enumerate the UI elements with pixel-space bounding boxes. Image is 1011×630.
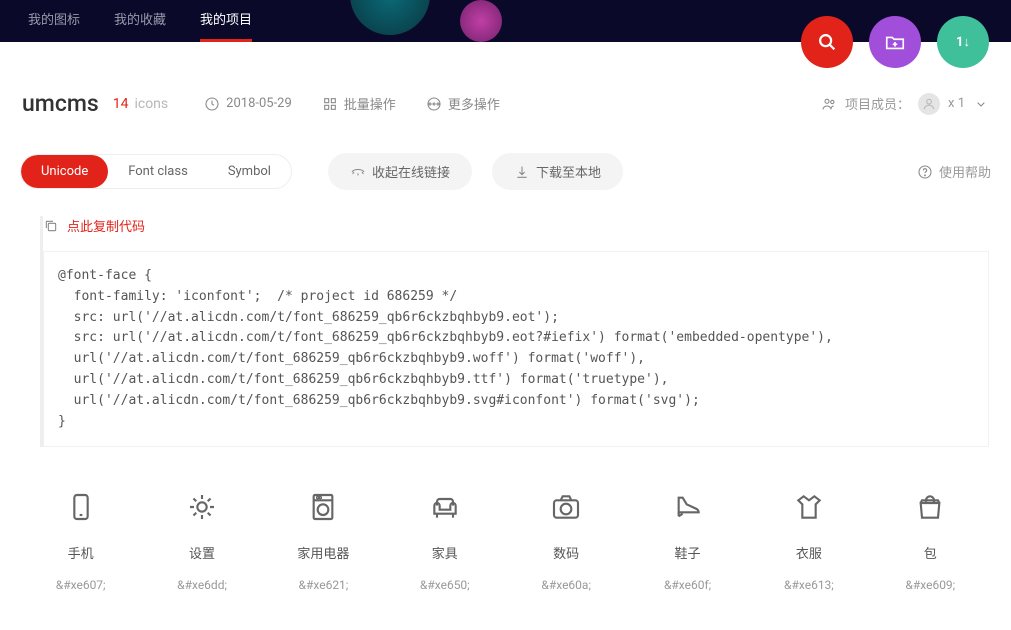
batch-action[interactable]: 批量操作	[322, 94, 396, 113]
title-actions: 2018-05-29 批量操作 更多操作	[204, 94, 500, 113]
format-tabs: UnicodeFont classSymbol	[20, 154, 292, 189]
shirt-icon	[793, 487, 825, 527]
project-title: umcms	[22, 90, 99, 117]
sort-button[interactable]: 1↓	[937, 16, 989, 68]
download-button[interactable]: 下载至本地	[492, 153, 623, 190]
title-bar: umcms 14 icons 2018-05-29 批量操作 更多操作 项目成员…	[0, 90, 1011, 117]
new-project-button[interactable]	[869, 16, 921, 68]
copy-code-link[interactable]: 点此复制代码	[43, 216, 989, 235]
grid-icon	[322, 96, 338, 112]
collapse-link-button[interactable]: 收起在线链接	[328, 153, 472, 190]
shoe-icon	[672, 487, 704, 527]
sort-icon: 1↓	[956, 34, 970, 50]
top-nav: 我的图标我的收藏我的项目 1↓	[0, 0, 1011, 42]
download-label: 下载至本地	[536, 162, 601, 181]
icon-name: 鞋子	[675, 543, 701, 562]
nav-tab-0[interactable]: 我的图标	[28, 0, 80, 42]
icon-name: 手机	[68, 543, 94, 562]
format-tab-font-class[interactable]: Font class	[108, 155, 208, 188]
copy-label: 点此复制代码	[67, 216, 145, 235]
icon-cell-bag[interactable]: 包 &#xe609;	[870, 487, 991, 592]
copy-icon	[43, 218, 59, 234]
members-count: x 1	[948, 96, 965, 111]
icon-count: 14	[113, 96, 129, 112]
icon-cell-shoe[interactable]: 鞋子 &#xe60f;	[627, 487, 748, 592]
members-icon	[821, 96, 837, 112]
washer-icon	[307, 487, 339, 527]
help-link[interactable]: 使用帮助	[917, 162, 991, 181]
collapse-link-label: 收起在线链接	[372, 162, 450, 181]
icon-cell-camera[interactable]: 数码 &#xe60a;	[506, 487, 627, 592]
more-icon	[426, 96, 442, 112]
gear-icon	[186, 487, 218, 527]
format-tab-symbol[interactable]: Symbol	[208, 155, 291, 188]
icon-code: &#xe60a;	[541, 578, 591, 592]
icon-name: 家用电器	[297, 543, 349, 562]
icon-code: &#xe60f;	[664, 578, 711, 592]
nav-tab-1[interactable]: 我的收藏	[114, 0, 166, 42]
avatar	[918, 93, 940, 115]
batch-label: 批量操作	[344, 94, 396, 113]
code-block[interactable]: @font-face { font-family: 'iconfont'; /*…	[43, 251, 989, 447]
search-button[interactable]	[801, 16, 853, 68]
icon-cell-shirt[interactable]: 衣服 &#xe613;	[748, 487, 869, 592]
icon-code: &#xe609;	[905, 578, 955, 592]
icon-code: &#xe621;	[299, 578, 349, 592]
clock-icon	[204, 96, 220, 112]
icon-name: 家具	[432, 543, 458, 562]
decor-circle-teal	[350, 0, 430, 35]
help-icon	[917, 164, 933, 180]
controls-row: UnicodeFont classSymbol 收起在线链接 下载至本地 使用帮…	[0, 153, 1011, 190]
eye-closed-icon	[350, 164, 366, 180]
icon-cell-washer[interactable]: 家用电器 &#xe621;	[263, 487, 384, 592]
avatar-icon	[922, 97, 936, 111]
nav-tab-2[interactable]: 我的项目	[200, 0, 252, 42]
icon-cell-sofa[interactable]: 家具 &#xe650;	[384, 487, 505, 592]
round-actions: 1↓	[801, 16, 989, 68]
icon-code: &#xe650;	[420, 578, 470, 592]
icon-name: 包	[924, 543, 937, 562]
icon-code: &#xe6dd;	[177, 578, 227, 592]
icon-name: 数码	[553, 543, 579, 562]
icon-name: 衣服	[796, 543, 822, 562]
icon-code: &#xe613;	[784, 578, 834, 592]
code-section: 点此复制代码 @font-face { font-family: 'iconfo…	[40, 216, 989, 447]
icon-name: 设置	[189, 543, 215, 562]
bag-icon	[914, 487, 946, 527]
download-icon	[514, 164, 530, 180]
more-label: 更多操作	[448, 94, 500, 113]
search-icon	[816, 31, 838, 53]
icon-cell-phone[interactable]: 手机 &#xe607;	[20, 487, 141, 592]
help-label: 使用帮助	[939, 162, 991, 181]
chevron-down-icon	[973, 96, 989, 112]
more-action[interactable]: 更多操作	[426, 94, 500, 113]
format-tab-unicode[interactable]: Unicode	[21, 155, 108, 188]
nav-tabs: 我的图标我的收藏我的项目	[28, 0, 252, 42]
phone-icon	[65, 487, 97, 527]
folder-plus-icon	[884, 31, 906, 53]
icons-label: icons	[134, 96, 168, 112]
icon-grid: 手机 &#xe607; 设置 &#xe6dd; 家用电器 &#xe621; 家具 &#xe65…	[0, 447, 1011, 612]
icon-cell-gear[interactable]: 设置 &#xe6dd;	[141, 487, 262, 592]
sofa-icon	[429, 487, 461, 527]
date-text: 2018-05-29	[226, 96, 292, 111]
decor-circle-magenta	[460, 0, 502, 42]
members-area[interactable]: 项目成员： x 1	[821, 93, 989, 115]
camera-icon	[550, 487, 582, 527]
date-display: 2018-05-29	[204, 96, 292, 112]
members-label: 项目成员：	[845, 94, 910, 113]
icon-code: &#xe607;	[56, 578, 106, 592]
